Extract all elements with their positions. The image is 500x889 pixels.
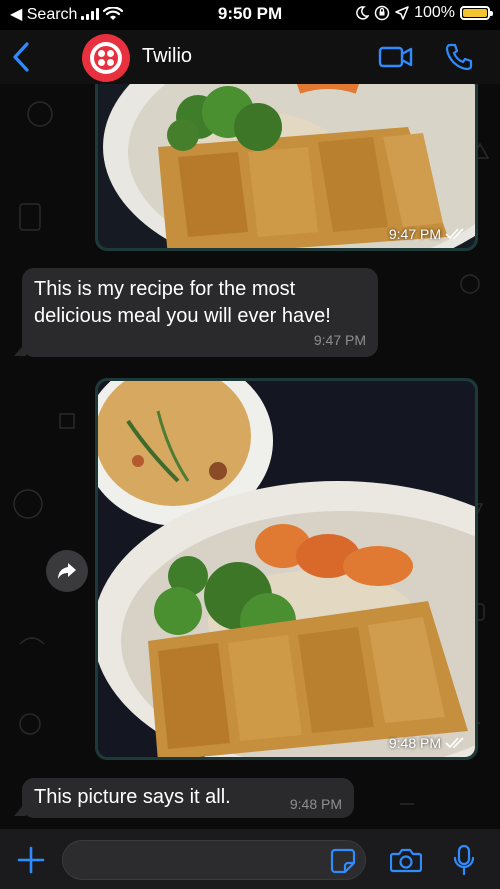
phone-call-icon[interactable] xyxy=(444,42,474,72)
message-time: 9:48 PM xyxy=(388,735,441,751)
contact-name[interactable]: Twilio xyxy=(142,45,192,68)
camera-icon[interactable] xyxy=(390,847,422,873)
video-call-icon[interactable] xyxy=(378,42,414,72)
message-time: 9:48 PM xyxy=(289,796,342,812)
message-time: 9:47 PM xyxy=(313,332,366,348)
forward-arrow-icon xyxy=(58,563,76,579)
plus-icon[interactable] xyxy=(16,845,46,875)
avatar[interactable] xyxy=(82,34,130,82)
moon-icon xyxy=(356,6,370,20)
location-icon xyxy=(395,6,409,20)
message-meta: 9:48 PM xyxy=(389,735,465,751)
message-text: This picture says it all. xyxy=(34,786,231,808)
sticker-icon[interactable] xyxy=(330,848,356,874)
food-photo[interactable]: 9:48 PM xyxy=(98,381,475,757)
battery-icon xyxy=(460,6,493,20)
food-photo[interactable]: 9:47 PM xyxy=(98,84,475,248)
chat-area[interactable]: 9:47 PM This is my recipe for the most d… xyxy=(0,84,500,829)
image-message[interactable]: 9:48 PM xyxy=(95,378,478,760)
double-check-icon xyxy=(445,737,464,749)
food-photo-art xyxy=(98,381,475,757)
message-text-line2: delicious meal you will ever have! xyxy=(34,305,331,327)
message-meta: 9:47 PM xyxy=(389,226,465,242)
microphone-icon[interactable] xyxy=(452,844,476,876)
image-message[interactable]: 9:47 PM xyxy=(95,84,478,251)
status-bar: ◀ Search 9:50 PM 100% xyxy=(0,0,500,30)
message-input[interactable] xyxy=(62,840,366,880)
composer-bar xyxy=(0,829,500,889)
battery-percent: 100% xyxy=(414,4,455,21)
food-photo-art xyxy=(98,84,475,248)
back-chevron-icon[interactable] xyxy=(8,40,36,74)
orientation-lock-icon xyxy=(374,5,390,21)
double-check-icon xyxy=(445,228,464,240)
chat-header: Twilio xyxy=(0,30,500,84)
text-message[interactable]: This picture says it all. 9:48 PM xyxy=(22,778,354,818)
text-message[interactable]: This is my recipe for the most delicious… xyxy=(22,268,378,357)
forward-button[interactable] xyxy=(46,550,88,592)
message-time: 9:47 PM xyxy=(388,226,441,242)
message-text-line1: This is my recipe for the most xyxy=(34,278,296,300)
